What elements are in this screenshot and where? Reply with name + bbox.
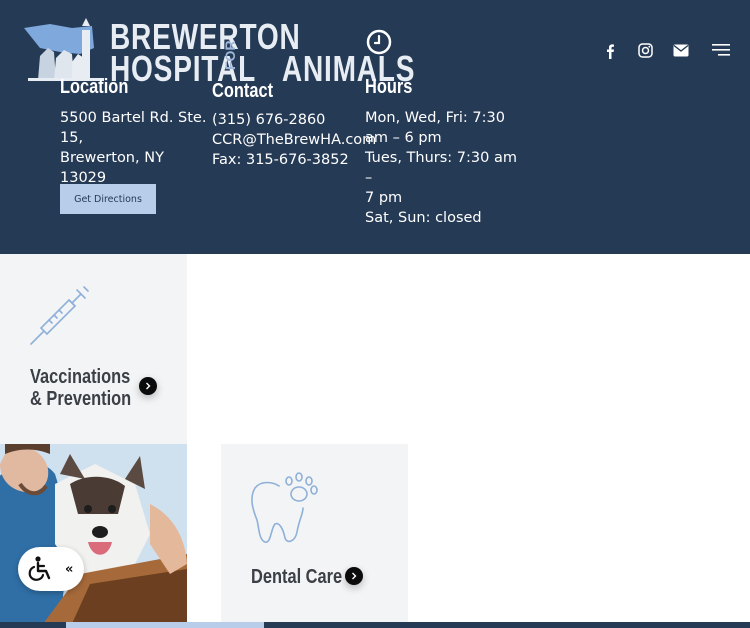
hours-list: Mon, Wed, Fri: 7:30 am – 6 pm Tues, Thur… xyxy=(365,110,517,226)
menu-icon[interactable] xyxy=(712,43,730,57)
contact-heading: Contact xyxy=(212,80,274,102)
service-card-vaccinations[interactable]: Vaccinations & Prevention xyxy=(0,254,187,444)
animals-logo-icon xyxy=(24,18,104,81)
email-link[interactable]: CCR@TheBrewHA.com xyxy=(212,132,376,148)
wheelchair-icon xyxy=(28,556,51,581)
location-section: Location 5500 Bartel Rd. Ste. 15, Brewer… xyxy=(60,76,210,188)
site-logo[interactable]: BREWERTON HOSPITAL ANIMALS FOR xyxy=(20,14,414,89)
get-directions-button[interactable]: Get Directions xyxy=(60,184,156,214)
vet-dog-illustration xyxy=(0,444,187,628)
vaccinations-arrow-button[interactable] xyxy=(139,377,157,395)
location-address: 5500 Bartel Rd. Ste. 15, Brewerton, NY 1… xyxy=(60,110,207,186)
contact-section: Contact (315) 676-2860 CCR@TheBrewHA.com… xyxy=(212,80,376,170)
chevron-right-icon xyxy=(352,572,357,580)
service-card-dental[interactable]: Dental Care xyxy=(221,444,408,628)
dental-care-title: Dental Care xyxy=(251,566,343,588)
hours-section: Hours Mon, Wed, Fri: 7:30 am – 6 pm Tues… xyxy=(365,76,520,228)
location-heading: Location xyxy=(60,76,129,98)
vaccinations-title: Vaccinations & Prevention xyxy=(30,366,132,410)
site-header: BREWERTON HOSPITAL ANIMALS FOR Location … xyxy=(0,0,750,254)
collapse-chevron-icon: « xyxy=(65,562,74,577)
mail-icon[interactable] xyxy=(673,44,689,57)
tooth-paw-icon xyxy=(251,472,318,543)
clock-icon xyxy=(366,29,392,55)
logo-text-for: FOR xyxy=(222,40,238,70)
phone-link[interactable]: (315) 676-2860 xyxy=(212,112,325,128)
hours-heading: Hours xyxy=(365,76,413,98)
vet-with-dog-photo xyxy=(0,444,187,628)
contact-details: (315) 676-2860 CCR@TheBrewHA.com Fax: 31… xyxy=(212,110,376,170)
chevron-right-icon xyxy=(146,382,151,390)
dental-arrow-button[interactable] xyxy=(345,567,363,585)
facebook-icon[interactable] xyxy=(604,43,616,59)
syringe-icon xyxy=(30,286,89,345)
bottom-strip xyxy=(0,622,750,628)
instagram-icon[interactable] xyxy=(638,43,653,58)
fax-number: Fax: 315-676-3852 xyxy=(212,152,349,168)
accessibility-button[interactable]: « xyxy=(18,547,84,591)
